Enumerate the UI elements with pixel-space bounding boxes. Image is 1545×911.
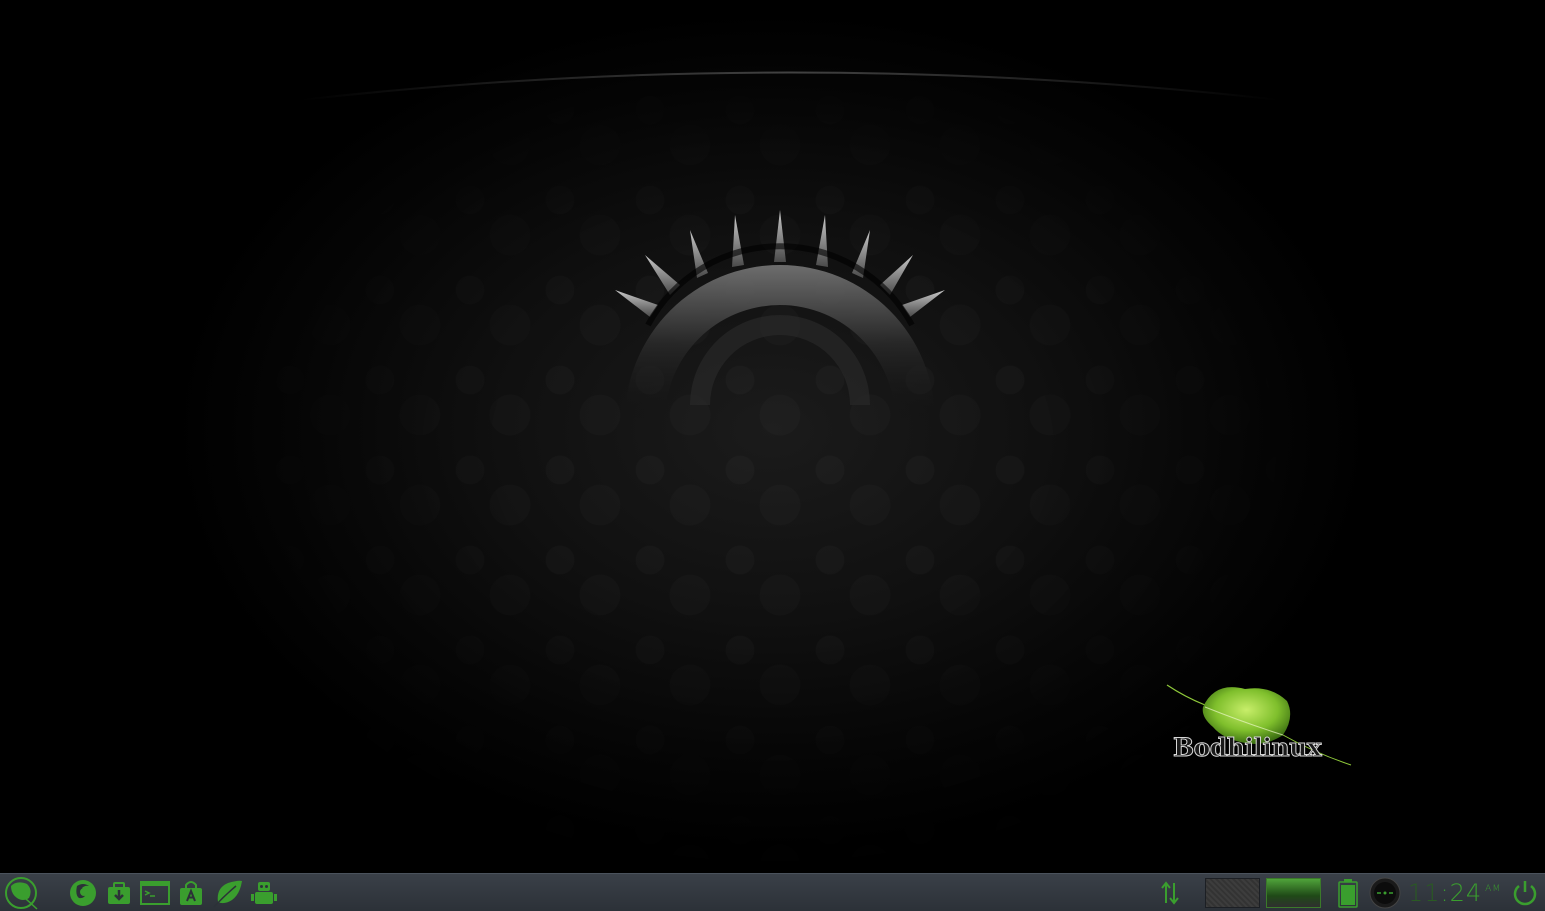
robot-icon bbox=[251, 882, 277, 904]
terminal-launcher[interactable] bbox=[138, 877, 172, 909]
app-store-bag-icon bbox=[180, 881, 202, 905]
battery-icon bbox=[1338, 879, 1358, 908]
battery-status[interactable] bbox=[1334, 877, 1362, 909]
bodhi-leaf-launcher[interactable] bbox=[211, 877, 245, 909]
package-download-icon bbox=[108, 882, 130, 904]
pager-desk-1[interactable] bbox=[1205, 878, 1260, 908]
clock[interactable]: 11 :24 AM bbox=[1408, 878, 1501, 908]
taskbar: 11 :24 AM bbox=[0, 873, 1545, 911]
power-button[interactable] bbox=[1508, 877, 1542, 909]
sound-mixer-icon bbox=[1369, 877, 1401, 909]
robot-launcher[interactable] bbox=[248, 877, 280, 909]
start-menu-button[interactable] bbox=[2, 877, 40, 910]
bodhi-linux-wordmark: Bodhilinux bbox=[1172, 733, 1322, 763]
clock-minutes: :24 bbox=[1440, 879, 1483, 907]
desktop[interactable]: Bodhilinux 11:24 AM bbox=[0, 0, 1545, 911]
firefox-launcher[interactable] bbox=[66, 877, 100, 909]
clock-hours: 11 bbox=[1408, 879, 1441, 907]
network-transfer-icon bbox=[1161, 881, 1179, 905]
bodhi-linux-logo: Bodhilinux bbox=[1165, 683, 1355, 803]
app-center-launcher[interactable] bbox=[175, 877, 207, 909]
pager-desk-2-active[interactable] bbox=[1266, 878, 1321, 908]
power-icon bbox=[1513, 881, 1537, 906]
sound-mixer[interactable] bbox=[1368, 877, 1402, 909]
clock-ampm: AM bbox=[1485, 884, 1502, 894]
sunrise-logo bbox=[615, 210, 945, 420]
bodhi-leaf-menu-icon bbox=[5, 877, 38, 910]
network-status[interactable] bbox=[1155, 877, 1185, 909]
package-installer-launcher[interactable] bbox=[103, 877, 135, 909]
leaf-icon bbox=[213, 880, 242, 908]
wallpaper-arc-highlight bbox=[300, 71, 1280, 101]
terminal-icon bbox=[140, 881, 170, 905]
firefox-icon bbox=[70, 880, 96, 906]
